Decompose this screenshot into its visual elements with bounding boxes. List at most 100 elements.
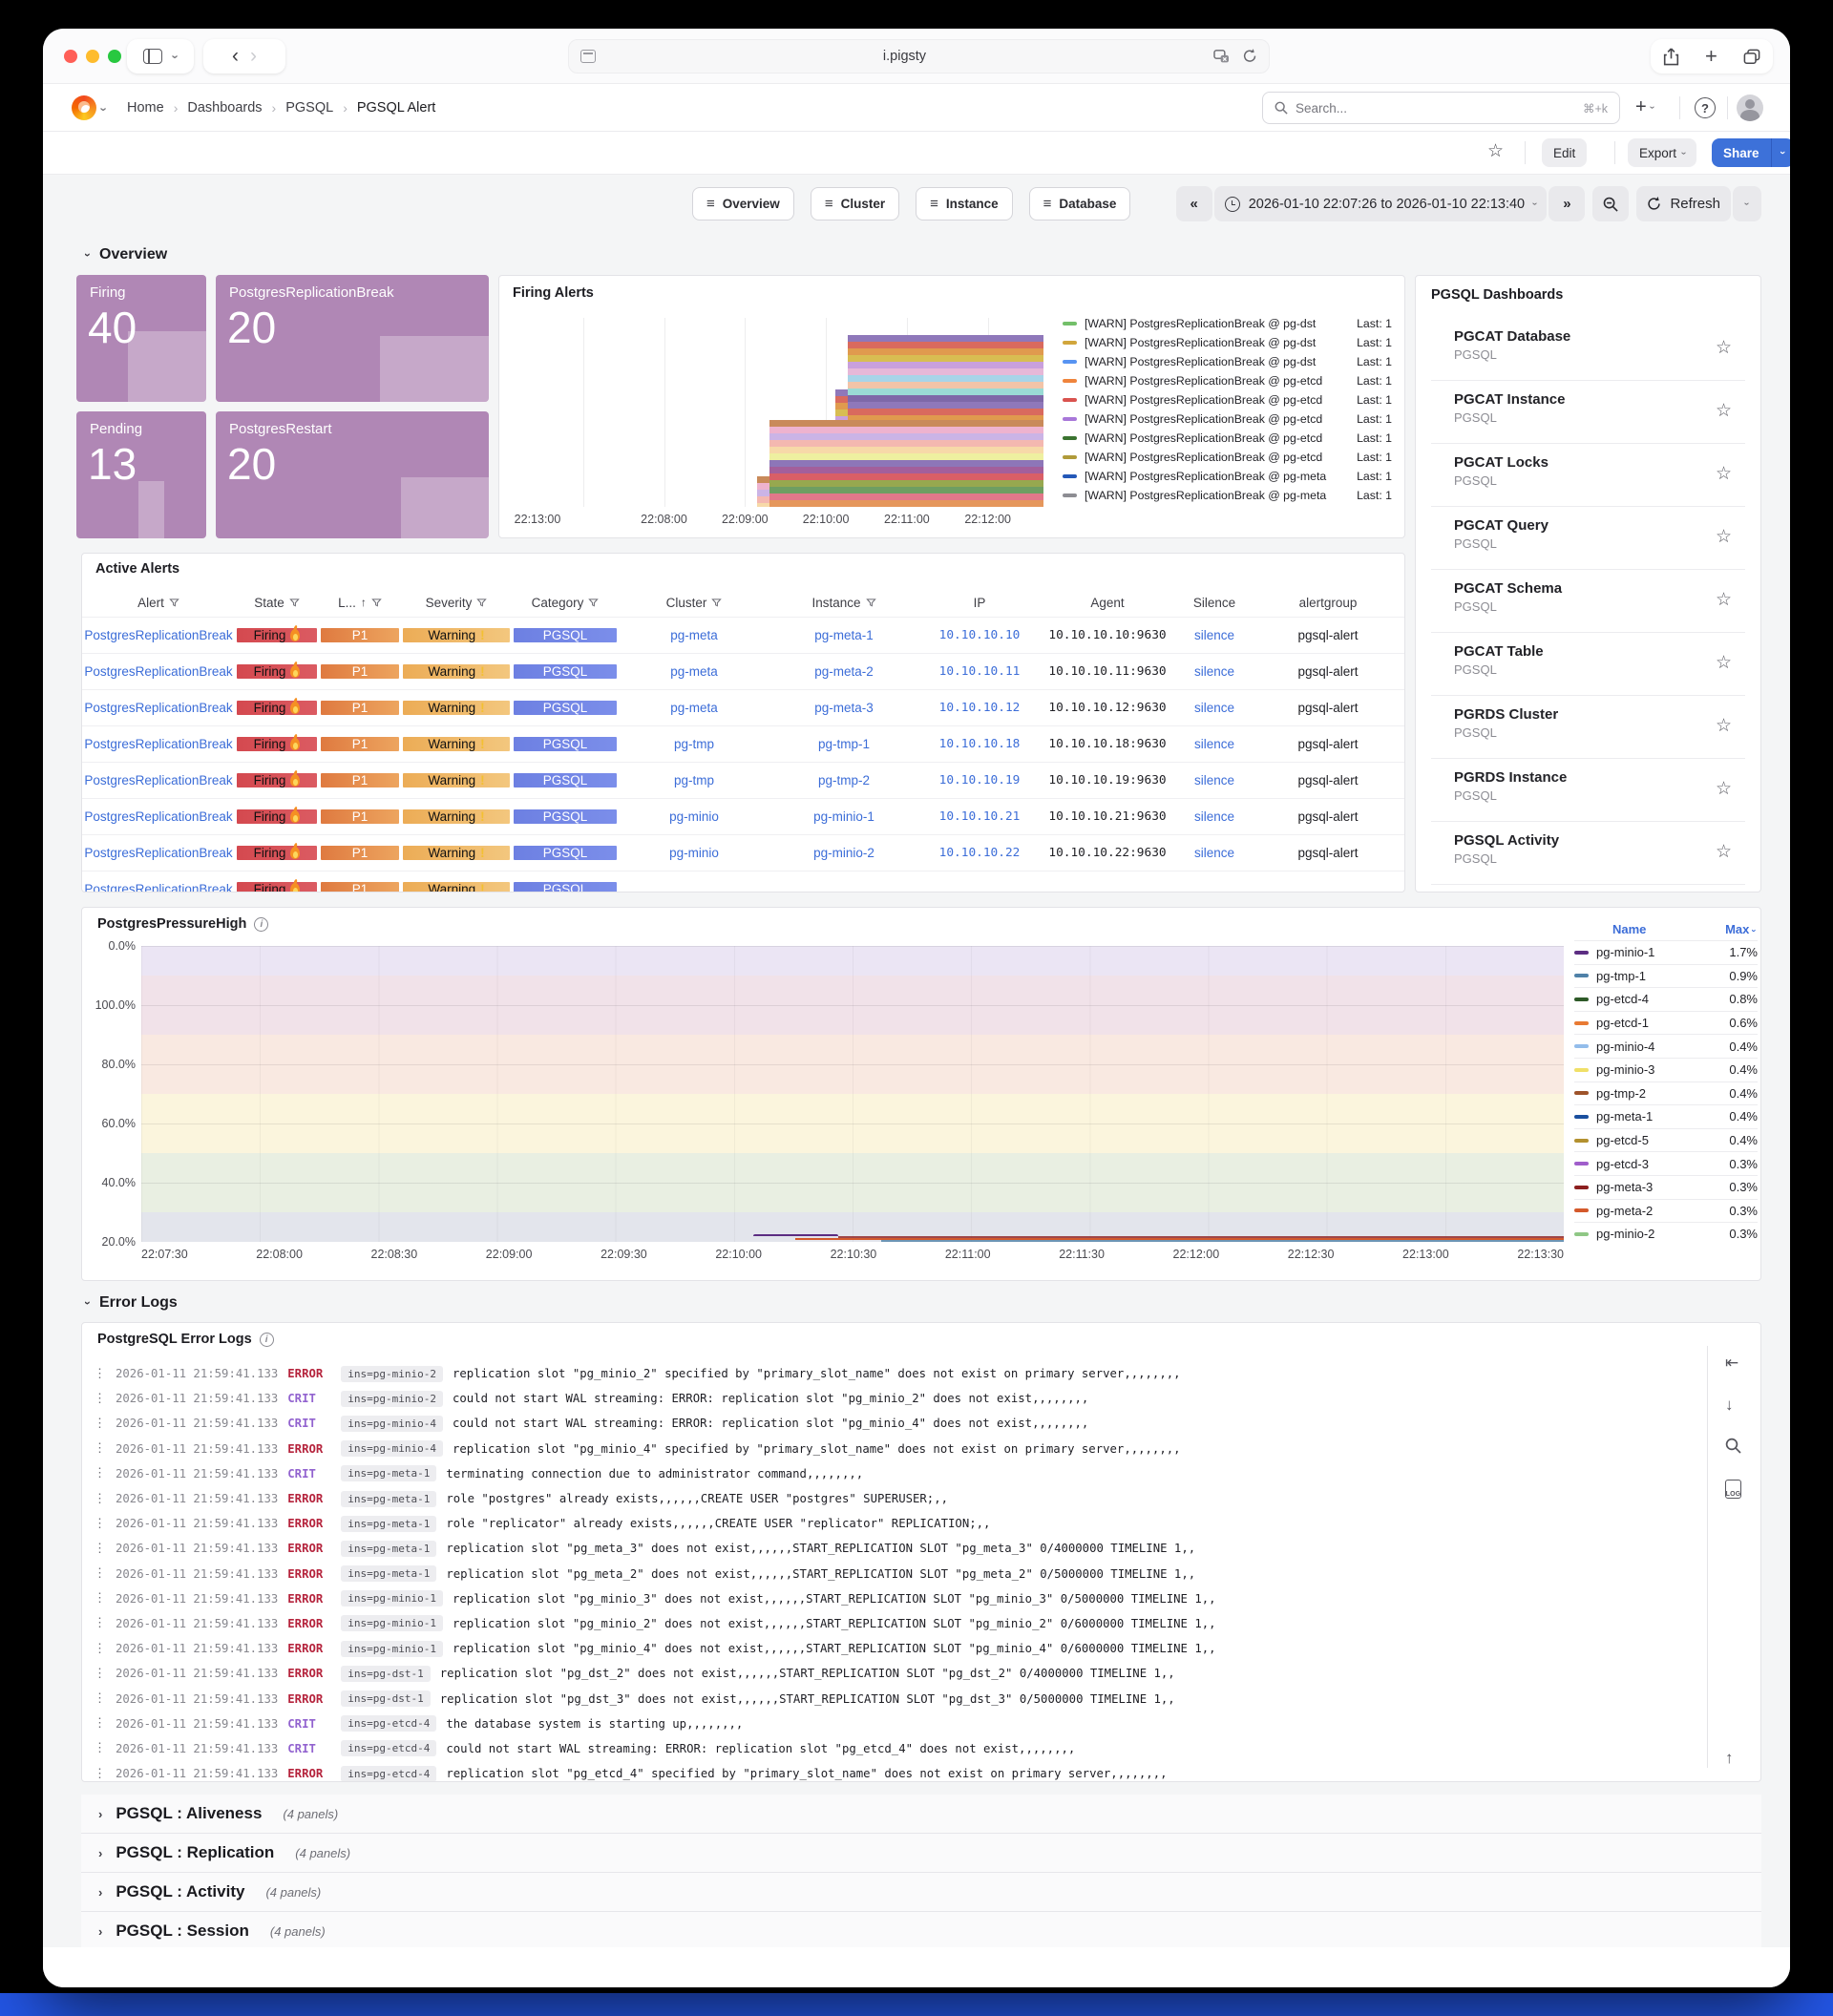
dashboard-list-item[interactable]: PGRDS Instance PGSQL ☆ (1431, 759, 1745, 822)
dashboard-name[interactable]: PGCAT Query (1454, 517, 1736, 534)
info-icon[interactable]: i (260, 1333, 274, 1347)
dashboard-name[interactable]: PGRDS Instance (1454, 769, 1736, 786)
col-instance[interactable]: Instance (769, 596, 918, 610)
panel-title[interactable]: Firing Alerts (513, 285, 594, 301)
collapsed-section-row[interactable]: › PGSQL : Aliveness (4 panels) (81, 1795, 1761, 1834)
close-window-button[interactable] (64, 50, 77, 63)
col-category[interactable]: Category (512, 596, 619, 610)
row-menu-icon[interactable]: ⋮ (94, 1441, 106, 1456)
star-icon[interactable]: ☆ (1716, 463, 1732, 485)
breadcrumb-home[interactable]: Home (127, 100, 164, 116)
sidebar-toggle[interactable]: › (127, 39, 194, 74)
instance-link[interactable] (769, 872, 918, 892)
log-row[interactable]: ⋮ 2026-01-11 21:59:41.133 ERROR ins=pg-d… (94, 1661, 1694, 1686)
legend-item[interactable]: [WARN] PostgresReplicationBreak @ pg-etc… (1063, 429, 1392, 448)
log-row[interactable]: ⋮ 2026-01-11 21:59:41.133 ERROR ins=pg-m… (94, 1437, 1694, 1461)
row-menu-icon[interactable]: ⋮ (94, 1517, 106, 1531)
add-menu-button[interactable]: +› (1635, 96, 1654, 118)
legend-item[interactable]: pg-minio-4 0.4% (1574, 1034, 1758, 1058)
silence-link[interactable]: silence (1174, 763, 1254, 798)
instance-link[interactable]: pg-meta-3 (769, 690, 918, 725)
alert-link[interactable]: PostgresReplicationBreak (82, 835, 235, 871)
new-tab-button[interactable]: + (1705, 46, 1717, 67)
refresh-button[interactable]: Refresh (1636, 186, 1731, 221)
star-icon[interactable]: ☆ (1716, 589, 1732, 611)
legend-item[interactable]: pg-minio-2 0.3% (1574, 1222, 1758, 1246)
section-error-logs[interactable]: › Error Logs (86, 1294, 178, 1312)
legend-item[interactable]: pg-etcd-1 0.6% (1574, 1011, 1758, 1035)
download-logs-icon[interactable]: LOG (1725, 1480, 1741, 1499)
dashboard-name[interactable]: PGCAT Locks (1454, 454, 1736, 471)
log-row[interactable]: ⋮ 2026-01-11 21:59:41.133 ERROR ins=pg-m… (94, 1486, 1694, 1511)
silence-link[interactable] (1174, 872, 1254, 892)
section-overview[interactable]: › Overview (86, 246, 167, 263)
log-row[interactable]: ⋮ 2026-01-11 21:59:41.133 ERROR ins=pg-m… (94, 1562, 1694, 1586)
alert-link[interactable]: PostgresReplicationBreak (82, 654, 235, 689)
row-menu-icon[interactable]: ⋮ (94, 1716, 106, 1731)
log-row[interactable]: ⋮ 2026-01-11 21:59:41.133 ERROR ins=pg-m… (94, 1361, 1694, 1386)
share-button[interactable]: Share (1712, 138, 1771, 167)
star-icon[interactable]: ☆ (1716, 715, 1732, 737)
dashboard-link-tab[interactable]: ≡ Cluster (811, 187, 899, 220)
collapsed-section-row[interactable]: › PGSQL : Session (4 panels) (81, 1912, 1761, 1951)
firing-alerts-chart[interactable] (537, 318, 1043, 507)
cluster-link[interactable]: pg-meta (619, 654, 769, 689)
legend-item[interactable]: [WARN] PostgresReplicationBreak @ pg-etc… (1063, 448, 1392, 467)
row-menu-icon[interactable]: ⋮ (94, 1691, 106, 1706)
panel-title[interactable]: PGSQL Dashboards (1431, 287, 1563, 303)
log-row[interactable]: ⋮ 2026-01-11 21:59:41.133 CRIT ins=pg-me… (94, 1461, 1694, 1486)
silence-link[interactable]: silence (1174, 799, 1254, 834)
translate-icon[interactable] (1213, 50, 1230, 64)
col-level[interactable]: L...↑ (319, 596, 401, 610)
row-menu-icon[interactable]: ⋮ (94, 1392, 106, 1406)
scroll-down-icon[interactable]: ↓ (1725, 1396, 1734, 1415)
row-menu-icon[interactable]: ⋮ (94, 1542, 106, 1556)
collapsed-section-row[interactable]: › PGSQL : Replication (4 panels) (81, 1834, 1761, 1873)
silence-link[interactable]: silence (1174, 690, 1254, 725)
stat-pending[interactable]: Pending13 (76, 411, 206, 538)
legend-item[interactable]: [WARN] PostgresReplicationBreak @ pg-etc… (1063, 371, 1392, 390)
legend-item[interactable]: pg-tmp-2 0.4% (1574, 1082, 1758, 1105)
grafana-logo-icon[interactable] (72, 95, 96, 120)
alert-link[interactable]: PostgresReplicationBreak (82, 799, 235, 834)
star-icon[interactable]: ☆ (1716, 841, 1732, 863)
zoom-window-button[interactable] (108, 50, 121, 63)
stat-postgres-restart[interactable]: PostgresRestart20 (216, 411, 489, 538)
row-menu-icon[interactable]: ⋮ (94, 1616, 106, 1630)
panel-title[interactable]: Active Alerts (95, 561, 179, 577)
log-row[interactable]: ⋮ 2026-01-11 21:59:41.133 CRIT ins=pg-et… (94, 1736, 1694, 1761)
silence-link[interactable]: silence (1174, 654, 1254, 689)
dashboard-name[interactable]: PGCAT Instance (1454, 391, 1736, 408)
help-icon[interactable]: ? (1695, 97, 1716, 118)
col-cluster[interactable]: Cluster (619, 596, 769, 610)
cluster-link[interactable] (619, 872, 769, 892)
legend-item[interactable]: [WARN] PostgresReplicationBreak @ pg-etc… (1063, 410, 1392, 429)
search-input[interactable]: Search... ⌘+k (1262, 92, 1620, 124)
dashboard-list-item[interactable]: PGCAT Instance PGSQL ☆ (1431, 381, 1745, 444)
log-row[interactable]: ⋮ 2026-01-11 21:59:41.133 ERROR ins=pg-m… (94, 1636, 1694, 1661)
cluster-link[interactable]: pg-meta (619, 618, 769, 653)
cluster-link[interactable]: pg-minio (619, 799, 769, 834)
ip-link[interactable] (918, 872, 1041, 892)
org-switcher-chevron-icon[interactable]: › (97, 107, 112, 111)
legend-item[interactable]: [WARN] PostgresReplicationBreak @ pg-met… (1063, 486, 1392, 505)
tabs-overview-icon[interactable] (1743, 49, 1760, 65)
row-menu-icon[interactable]: ⋮ (94, 1741, 106, 1755)
legend-item[interactable]: pg-meta-3 0.3% (1574, 1175, 1758, 1199)
log-row[interactable]: ⋮ 2026-01-11 21:59:41.133 ERROR ins=pg-m… (94, 1611, 1694, 1636)
legend-item[interactable]: [WARN] PostgresReplicationBreak @ pg-dst… (1063, 352, 1392, 371)
legend-item[interactable]: pg-minio-1 1.7% (1574, 940, 1758, 964)
wrap-lines-icon[interactable]: ⇤ (1725, 1354, 1738, 1373)
time-range-picker[interactable]: 2026-01-10 22:07:26 to 2026-01-10 22:13:… (1214, 186, 1548, 221)
legend-item[interactable]: pg-etcd-3 0.3% (1574, 1151, 1758, 1175)
legend-item[interactable]: [WARN] PostgresReplicationBreak @ pg-met… (1063, 467, 1392, 486)
back-button[interactable]: ‹ (232, 45, 239, 68)
legend-item[interactable]: pg-etcd-4 0.8% (1574, 987, 1758, 1011)
dashboard-link-tab[interactable]: ≡ Database (1029, 187, 1131, 220)
alert-link[interactable]: PostgresReplicationBreak (82, 690, 235, 725)
silence-link[interactable]: silence (1174, 726, 1254, 762)
silence-link[interactable]: silence (1174, 618, 1254, 653)
star-icon[interactable]: ☆ (1716, 652, 1732, 674)
panel-title[interactable]: PostgreSQL Error Logsi (97, 1332, 274, 1347)
legend-item[interactable]: [WARN] PostgresReplicationBreak @ pg-etc… (1063, 390, 1392, 410)
